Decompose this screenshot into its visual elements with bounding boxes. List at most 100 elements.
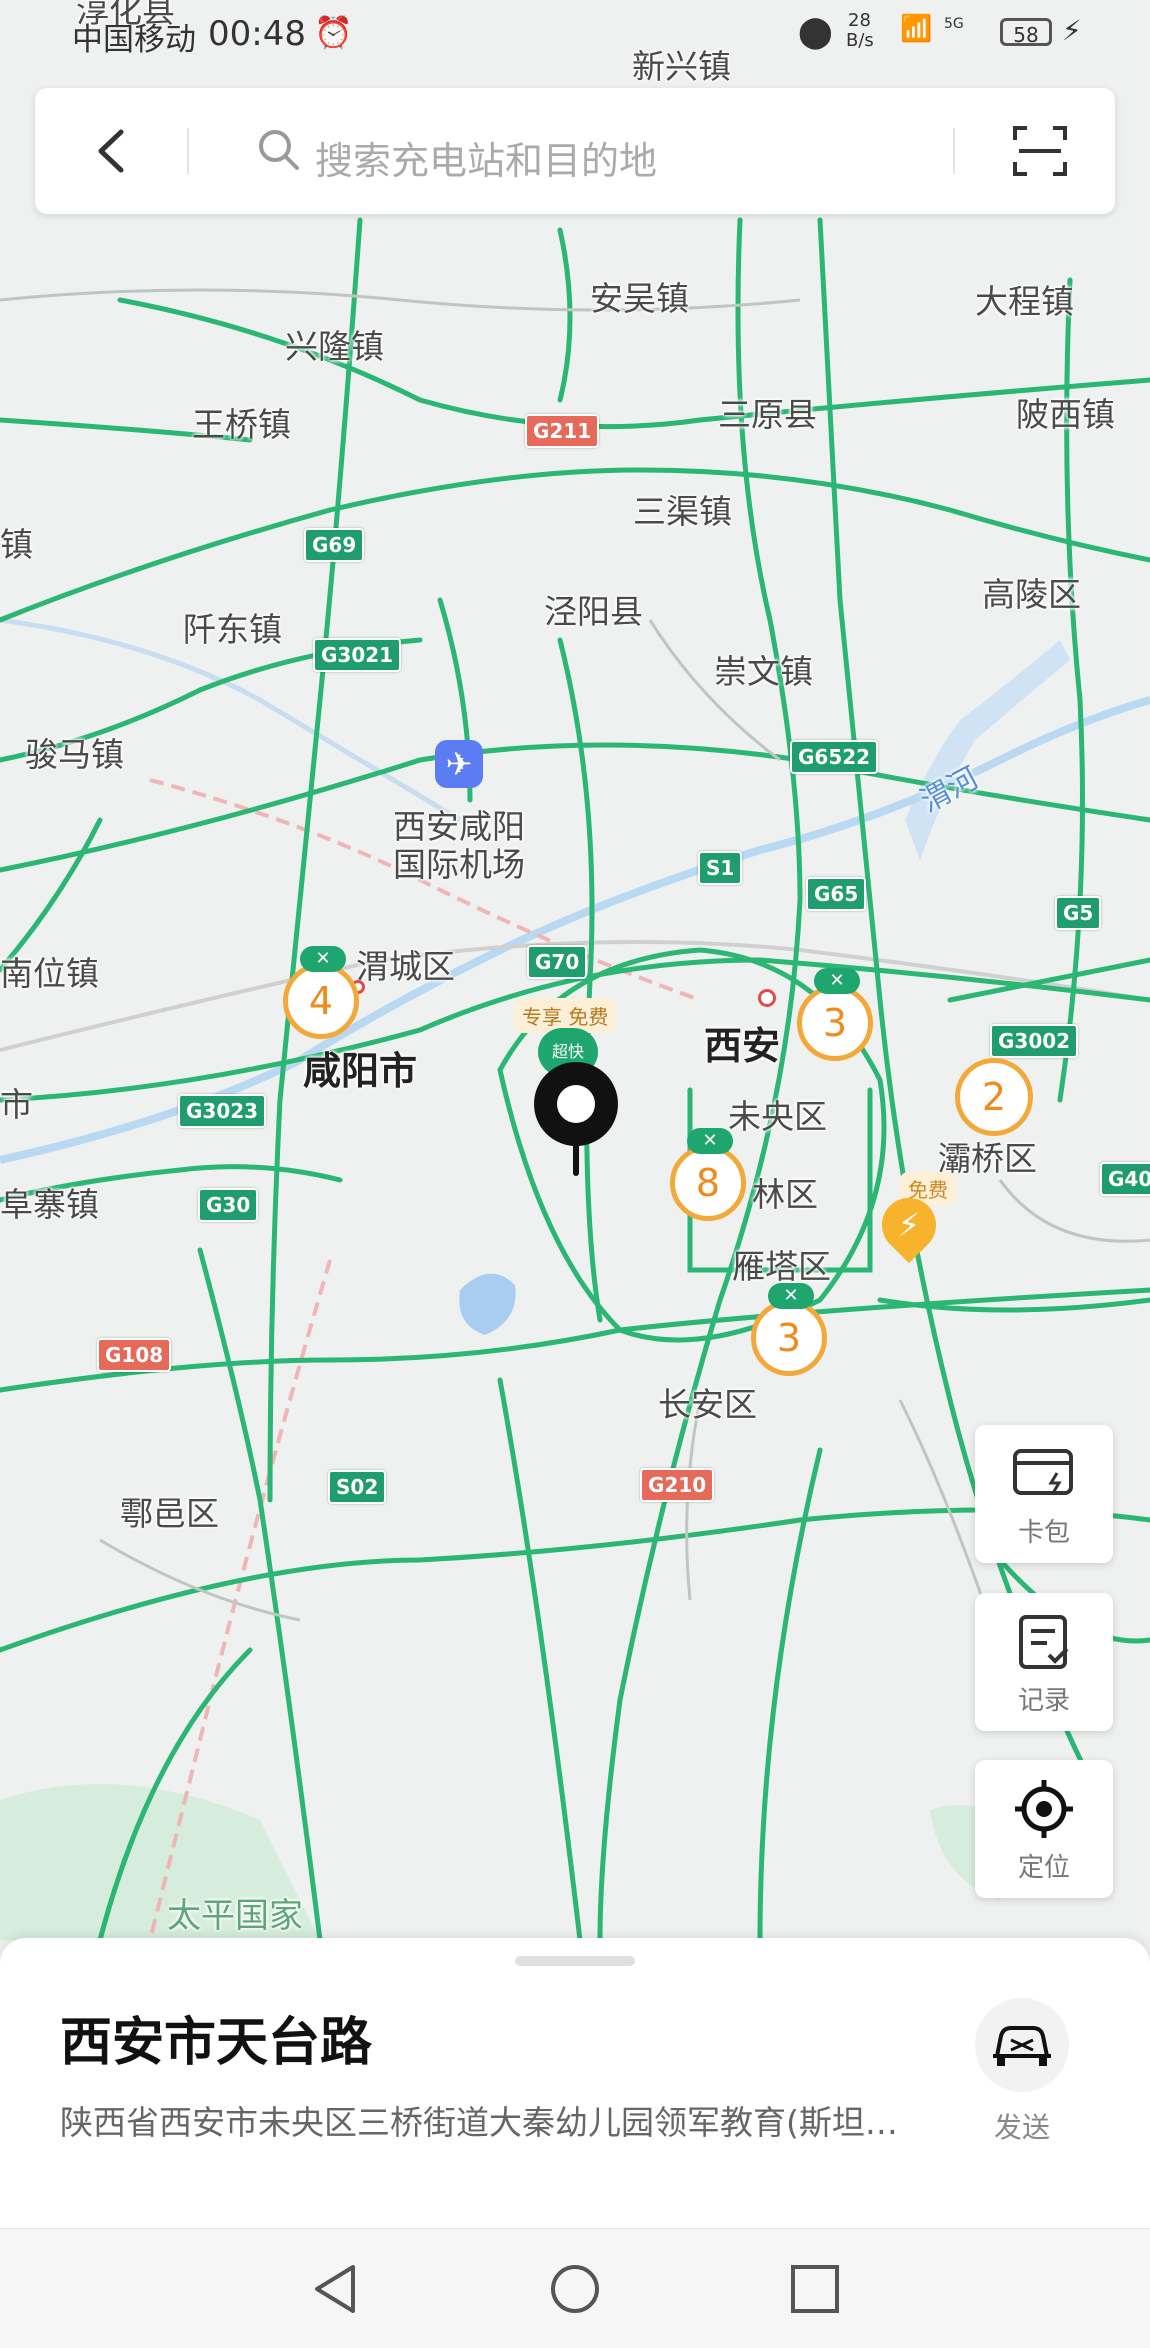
scan-button[interactable] bbox=[1005, 116, 1075, 186]
road-shield: G65 bbox=[806, 877, 867, 911]
net-speed-unit: B/s bbox=[846, 30, 874, 51]
back-button[interactable] bbox=[75, 116, 145, 186]
station-cluster[interactable]: ✕ 8 bbox=[670, 1128, 746, 1221]
send-to-car-button[interactable]: 发送 bbox=[970, 1998, 1074, 2148]
road-shield: S1 bbox=[698, 851, 743, 885]
status-bar: 中国移动 00:48 ⏰ ⬤ 28 B/s 📶 5G 58 ⚡ bbox=[0, 0, 1150, 70]
search-bar: 搜索充电站和目的地 bbox=[35, 88, 1115, 214]
road-shield: G30 bbox=[198, 1188, 259, 1222]
scan-icon bbox=[1013, 126, 1067, 176]
location-address: 陕西省西安市未央区三桥街道大秦幼儿园领军教育(斯坦… bbox=[60, 2103, 898, 2142]
place-label: 南位镇 bbox=[0, 954, 99, 993]
cluster-count: 2 bbox=[981, 1075, 1007, 1119]
road-shield: G210 bbox=[640, 1468, 715, 1502]
place-label: 林区 bbox=[752, 1175, 818, 1214]
lightning-icon[interactable]: ⚡ bbox=[870, 1186, 948, 1264]
clock: 00:48 bbox=[208, 14, 306, 54]
road-shield: G3023 bbox=[178, 1094, 267, 1128]
place-label: 三原县 bbox=[718, 395, 817, 434]
alarm-icon: ⏰ bbox=[314, 15, 353, 51]
search-placeholder: 搜索充电站和目的地 bbox=[315, 139, 658, 183]
road-shield: G69 bbox=[304, 528, 365, 562]
wifi-icon: 📶 bbox=[900, 14, 933, 44]
station-cluster[interactable]: ✕ 4 bbox=[283, 946, 359, 1039]
cluster-count: 3 bbox=[776, 1316, 802, 1360]
station-cluster-badge: ✕ bbox=[300, 946, 346, 972]
cluster-count: 3 bbox=[822, 1001, 848, 1045]
place-label: 咸阳市 bbox=[303, 1049, 418, 1093]
station-cluster-badge: ✕ bbox=[687, 1128, 733, 1154]
place-label: 鄠邑区 bbox=[120, 1494, 219, 1533]
carrier-label: 中国移动 bbox=[72, 22, 196, 58]
place-label: 王桥镇 bbox=[192, 405, 291, 444]
place-label: 安吴镇 bbox=[590, 279, 689, 318]
station-cluster-badge: ✕ bbox=[768, 1283, 814, 1309]
place-label: 三渠镇 bbox=[633, 492, 732, 531]
send-label: 发送 bbox=[993, 2111, 1050, 2144]
place-label: 市 bbox=[0, 1085, 33, 1124]
place-label: 兴隆镇 bbox=[285, 327, 384, 366]
place-label: 渭城区 bbox=[356, 947, 455, 986]
records-label: 记录 bbox=[1017, 1686, 1070, 1716]
locate-label: 定位 bbox=[1017, 1853, 1070, 1883]
place-label: 骏马镇 bbox=[25, 735, 124, 774]
place-label: 国际机场 bbox=[393, 845, 525, 884]
system-nav-bar bbox=[0, 2228, 1150, 2348]
search-input[interactable]: 搜索充电站和目的地 bbox=[255, 112, 955, 190]
road-shield: S02 bbox=[328, 1470, 387, 1504]
crosshair-icon bbox=[1015, 1780, 1073, 1838]
back-nav-icon[interactable] bbox=[305, 2259, 365, 2319]
place-label: 大程镇 bbox=[975, 282, 1074, 321]
city-center-marker bbox=[758, 989, 776, 1007]
place-label: 泾阳县 bbox=[544, 592, 643, 631]
road-shield: G108 bbox=[97, 1338, 172, 1372]
station-cluster[interactable]: ✕ 3 bbox=[751, 1283, 827, 1376]
station-cluster[interactable]: ✕ 3 bbox=[797, 968, 873, 1061]
road-shield: G211 bbox=[525, 414, 600, 448]
location-pin-stem bbox=[573, 1140, 579, 1176]
back-arrow-icon bbox=[98, 129, 124, 173]
place-label: 西安 bbox=[704, 1024, 781, 1068]
home-nav-icon[interactable] bbox=[545, 2259, 605, 2319]
wallet-label: 卡包 bbox=[1017, 1518, 1070, 1548]
sheet-drag-handle[interactable] bbox=[515, 1956, 635, 1966]
cluster-count: 4 bbox=[308, 979, 334, 1023]
card-wallet-icon bbox=[1013, 1449, 1073, 1495]
divider bbox=[187, 128, 189, 174]
divider bbox=[953, 128, 955, 174]
place-label: 陂西镇 bbox=[1016, 395, 1115, 434]
cluster-count: 8 bbox=[695, 1161, 721, 1205]
place-label: 阜寨镇 bbox=[0, 1185, 99, 1224]
place-label: 镇 bbox=[0, 525, 33, 564]
records-icon bbox=[1019, 1615, 1069, 1669]
location-title: 西安市天台路 bbox=[60, 2013, 373, 2073]
place-label: 太平国家 bbox=[167, 1896, 303, 1936]
road-shield: G70 bbox=[527, 945, 588, 979]
location-pin-icon bbox=[534, 1062, 618, 1146]
place-label: 未央区 bbox=[728, 1097, 827, 1136]
records-button[interactable]: 记录 bbox=[975, 1593, 1113, 1731]
net-speed: 28 bbox=[848, 10, 871, 31]
place-label: 雁塔区 bbox=[732, 1247, 831, 1286]
road-shield: G3021 bbox=[313, 638, 402, 672]
search-icon bbox=[259, 130, 299, 170]
locate-button[interactable]: 定位 bbox=[975, 1760, 1113, 1898]
place-label: 高陵区 bbox=[982, 575, 1081, 614]
battery-icon: 58 bbox=[1000, 18, 1052, 47]
road-shield: G5 bbox=[1055, 896, 1102, 930]
wallet-button[interactable]: 卡包 bbox=[975, 1425, 1113, 1563]
location-icon: ⬤ bbox=[798, 14, 833, 50]
charging-icon: ⚡ bbox=[1062, 14, 1082, 47]
station-cluster-badge: ✕ bbox=[814, 968, 860, 994]
recents-nav-icon[interactable] bbox=[785, 2259, 845, 2319]
network-type: 5G bbox=[944, 16, 964, 32]
station-cluster[interactable]: 2 bbox=[955, 1058, 1033, 1136]
airport-icon: ✈ bbox=[435, 740, 483, 788]
road-shield: G3002 bbox=[990, 1024, 1079, 1058]
road-shield: G6522 bbox=[790, 740, 879, 774]
place-label: 阡东镇 bbox=[183, 610, 282, 649]
location-sheet: 西安市天台路 陕西省西安市未央区三桥街道大秦幼儿园领军教育(斯坦… 发送 bbox=[0, 1938, 1150, 2228]
place-label: 长安区 bbox=[658, 1385, 757, 1424]
car-icon bbox=[993, 2026, 1051, 2066]
road-shield: G40 bbox=[1100, 1162, 1150, 1196]
